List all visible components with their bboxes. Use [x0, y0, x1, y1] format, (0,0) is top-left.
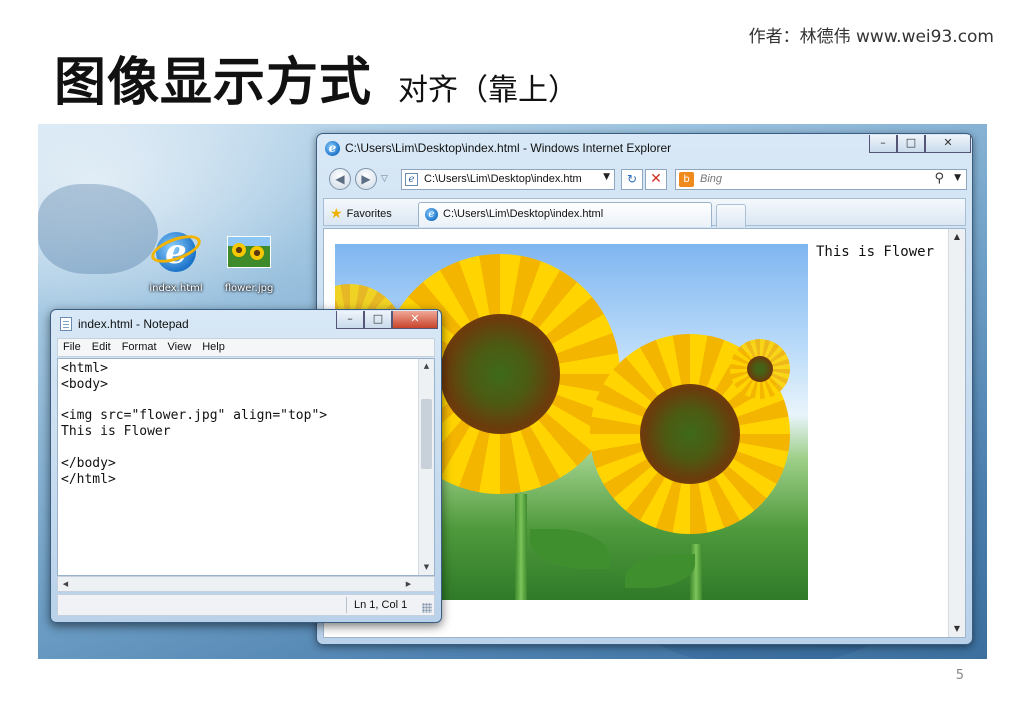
favorites-bar: ★ Favorites e C:\Users\Lim\Desktop\index… — [323, 198, 966, 227]
ie-titlebar[interactable]: e C:\Users\Lim\Desktop\index.html - Wind… — [317, 134, 972, 162]
menu-format[interactable]: Format — [122, 339, 157, 356]
search-input[interactable]: Bing — [700, 173, 722, 185]
search-dropdown-icon[interactable]: ▼ — [954, 173, 961, 183]
bing-icon: b — [679, 172, 694, 187]
address-bar[interactable]: e C:\Users\Lim\Desktop\index.htm ▼ — [401, 169, 615, 190]
map-shape — [38, 184, 158, 274]
notepad-text[interactable]: <html> <body> <img src="flower.jpg" alig… — [61, 361, 327, 487]
scroll-left-icon[interactable]: ◀ — [58, 577, 73, 592]
menu-help[interactable]: Help — [202, 339, 225, 356]
notepad-window[interactable]: index.html - Notepad – □ ✕ File Edit For… — [50, 309, 442, 623]
close-button[interactable]: ✕ — [392, 311, 438, 329]
search-icon[interactable]: ⚲ — [934, 171, 944, 186]
ie-file-icon: e — [147, 228, 205, 276]
scroll-down-icon[interactable]: ▼ — [419, 560, 434, 575]
history-dropdown-icon[interactable]: ▽ — [381, 174, 388, 184]
desktop-icon-flower-jpg[interactable]: flower.jpg — [214, 228, 284, 295]
notepad-menu-bar: File Edit Format View Help — [57, 338, 435, 357]
author-credit: 作者：林德伟 www.wei93.com — [748, 27, 994, 47]
slide-title-row: 图像显示方式 对齐（靠上） — [54, 40, 578, 115]
ie-caption-buttons: – □ ✕ — [869, 135, 971, 153]
tab-label: C:\Users\Lim\Desktop\index.html — [443, 208, 604, 220]
scroll-right-icon[interactable]: ▶ — [401, 577, 416, 592]
favorites-button[interactable]: ★ Favorites — [330, 205, 392, 222]
refresh-button[interactable]: ↻ — [621, 169, 643, 190]
new-tab-button[interactable] — [716, 204, 746, 227]
ie-navigation-bar: ◀ ▶ ▽ e C:\Users\Lim\Desktop\index.htm ▼… — [323, 164, 967, 194]
star-icon: ★ — [330, 205, 343, 221]
page-number: 5 — [955, 668, 964, 683]
cursor-position: Ln 1, Col 1 — [354, 599, 408, 611]
notepad-status-bar: Ln 1, Col 1 — [57, 594, 435, 616]
ie-page-icon: e — [425, 208, 438, 221]
slide-title: 图像显示方式 — [54, 53, 373, 113]
image-file-icon — [225, 228, 273, 276]
desktop-icon-label: index.html — [149, 283, 203, 294]
desktop-icon-label: flower.jpg — [224, 283, 274, 294]
maximize-button[interactable]: □ — [897, 135, 925, 153]
horizontal-scrollbar[interactable]: ◀ ▶ — [57, 576, 435, 592]
page-text: This is Flower — [816, 244, 935, 260]
scroll-down-icon[interactable]: ▼ — [949, 621, 965, 637]
close-button[interactable]: ✕ — [925, 135, 971, 153]
scroll-up-icon[interactable]: ▲ — [949, 229, 965, 245]
ie-window-title: C:\Users\Lim\Desktop\index.html - Window… — [345, 141, 672, 155]
notepad-text-area[interactable]: <html> <body> <img src="flower.jpg" alig… — [57, 358, 435, 576]
desktop-icon-index-html[interactable]: e index.html — [141, 228, 211, 295]
scroll-up-icon[interactable]: ▲ — [419, 359, 434, 374]
back-button[interactable]: ◀ — [329, 168, 351, 190]
address-input[interactable]: C:\Users\Lim\Desktop\index.htm — [424, 173, 594, 185]
notepad-title: index.html - Notepad — [78, 317, 189, 331]
slide-subtitle: 对齐（靠上） — [398, 73, 579, 108]
menu-file[interactable]: File — [63, 339, 81, 356]
page-icon: e — [405, 173, 418, 186]
forward-button[interactable]: ▶ — [355, 168, 377, 190]
notepad-caption-buttons: – □ ✕ — [336, 311, 438, 329]
status-divider — [346, 597, 347, 613]
menu-edit[interactable]: Edit — [92, 339, 111, 356]
ie-logo-icon: e — [325, 141, 340, 156]
favorites-label: Favorites — [346, 207, 392, 220]
minimize-button[interactable]: – — [336, 311, 364, 329]
address-dropdown-icon[interactable]: ▼ — [603, 172, 610, 182]
vertical-scrollbar[interactable]: ▲ ▼ — [418, 359, 434, 575]
search-box[interactable]: b Bing ⚲ ▼ — [675, 169, 967, 190]
menu-view[interactable]: View — [168, 339, 192, 356]
minimize-button[interactable]: – — [869, 135, 897, 153]
vertical-scrollbar[interactable]: ▲ ▼ — [948, 229, 965, 637]
notepad-icon — [60, 317, 72, 331]
tab-index-html[interactable]: e C:\Users\Lim\Desktop\index.html — [418, 202, 712, 227]
scroll-thumb[interactable] — [421, 399, 432, 469]
stop-button[interactable]: ✕ — [645, 169, 667, 190]
resize-grip-icon[interactable] — [422, 603, 432, 613]
maximize-button[interactable]: □ — [364, 311, 392, 329]
